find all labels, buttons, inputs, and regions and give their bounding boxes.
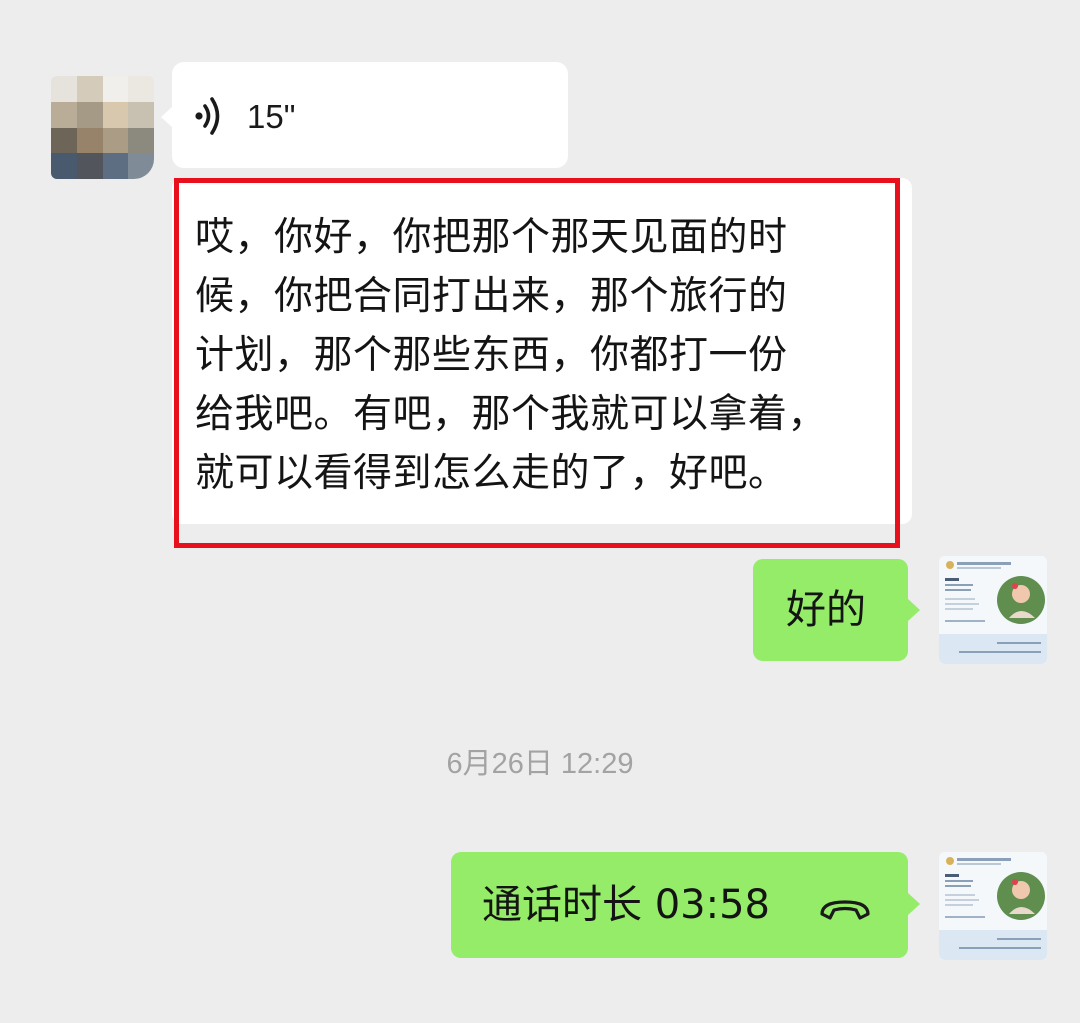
contact-avatar[interactable] [51, 76, 154, 179]
call-duration-text: 通话时长 03:58 [482, 882, 770, 928]
voice-duration: 15" [247, 98, 296, 135]
self-avatar[interactable] [939, 852, 1047, 960]
voice-wave-icon [195, 97, 220, 135]
reply-message-text: 好的 [786, 587, 866, 633]
reply-bubble-tail [908, 599, 920, 621]
phone-hangup-icon [820, 900, 870, 920]
voice-message-bubble[interactable] [172, 62, 568, 168]
call-bubble-tail [908, 893, 920, 915]
message-timestamp: 6月26日 12:29 [446, 748, 634, 780]
self-avatar[interactable] [939, 556, 1047, 664]
highlight-frame [174, 178, 900, 548]
